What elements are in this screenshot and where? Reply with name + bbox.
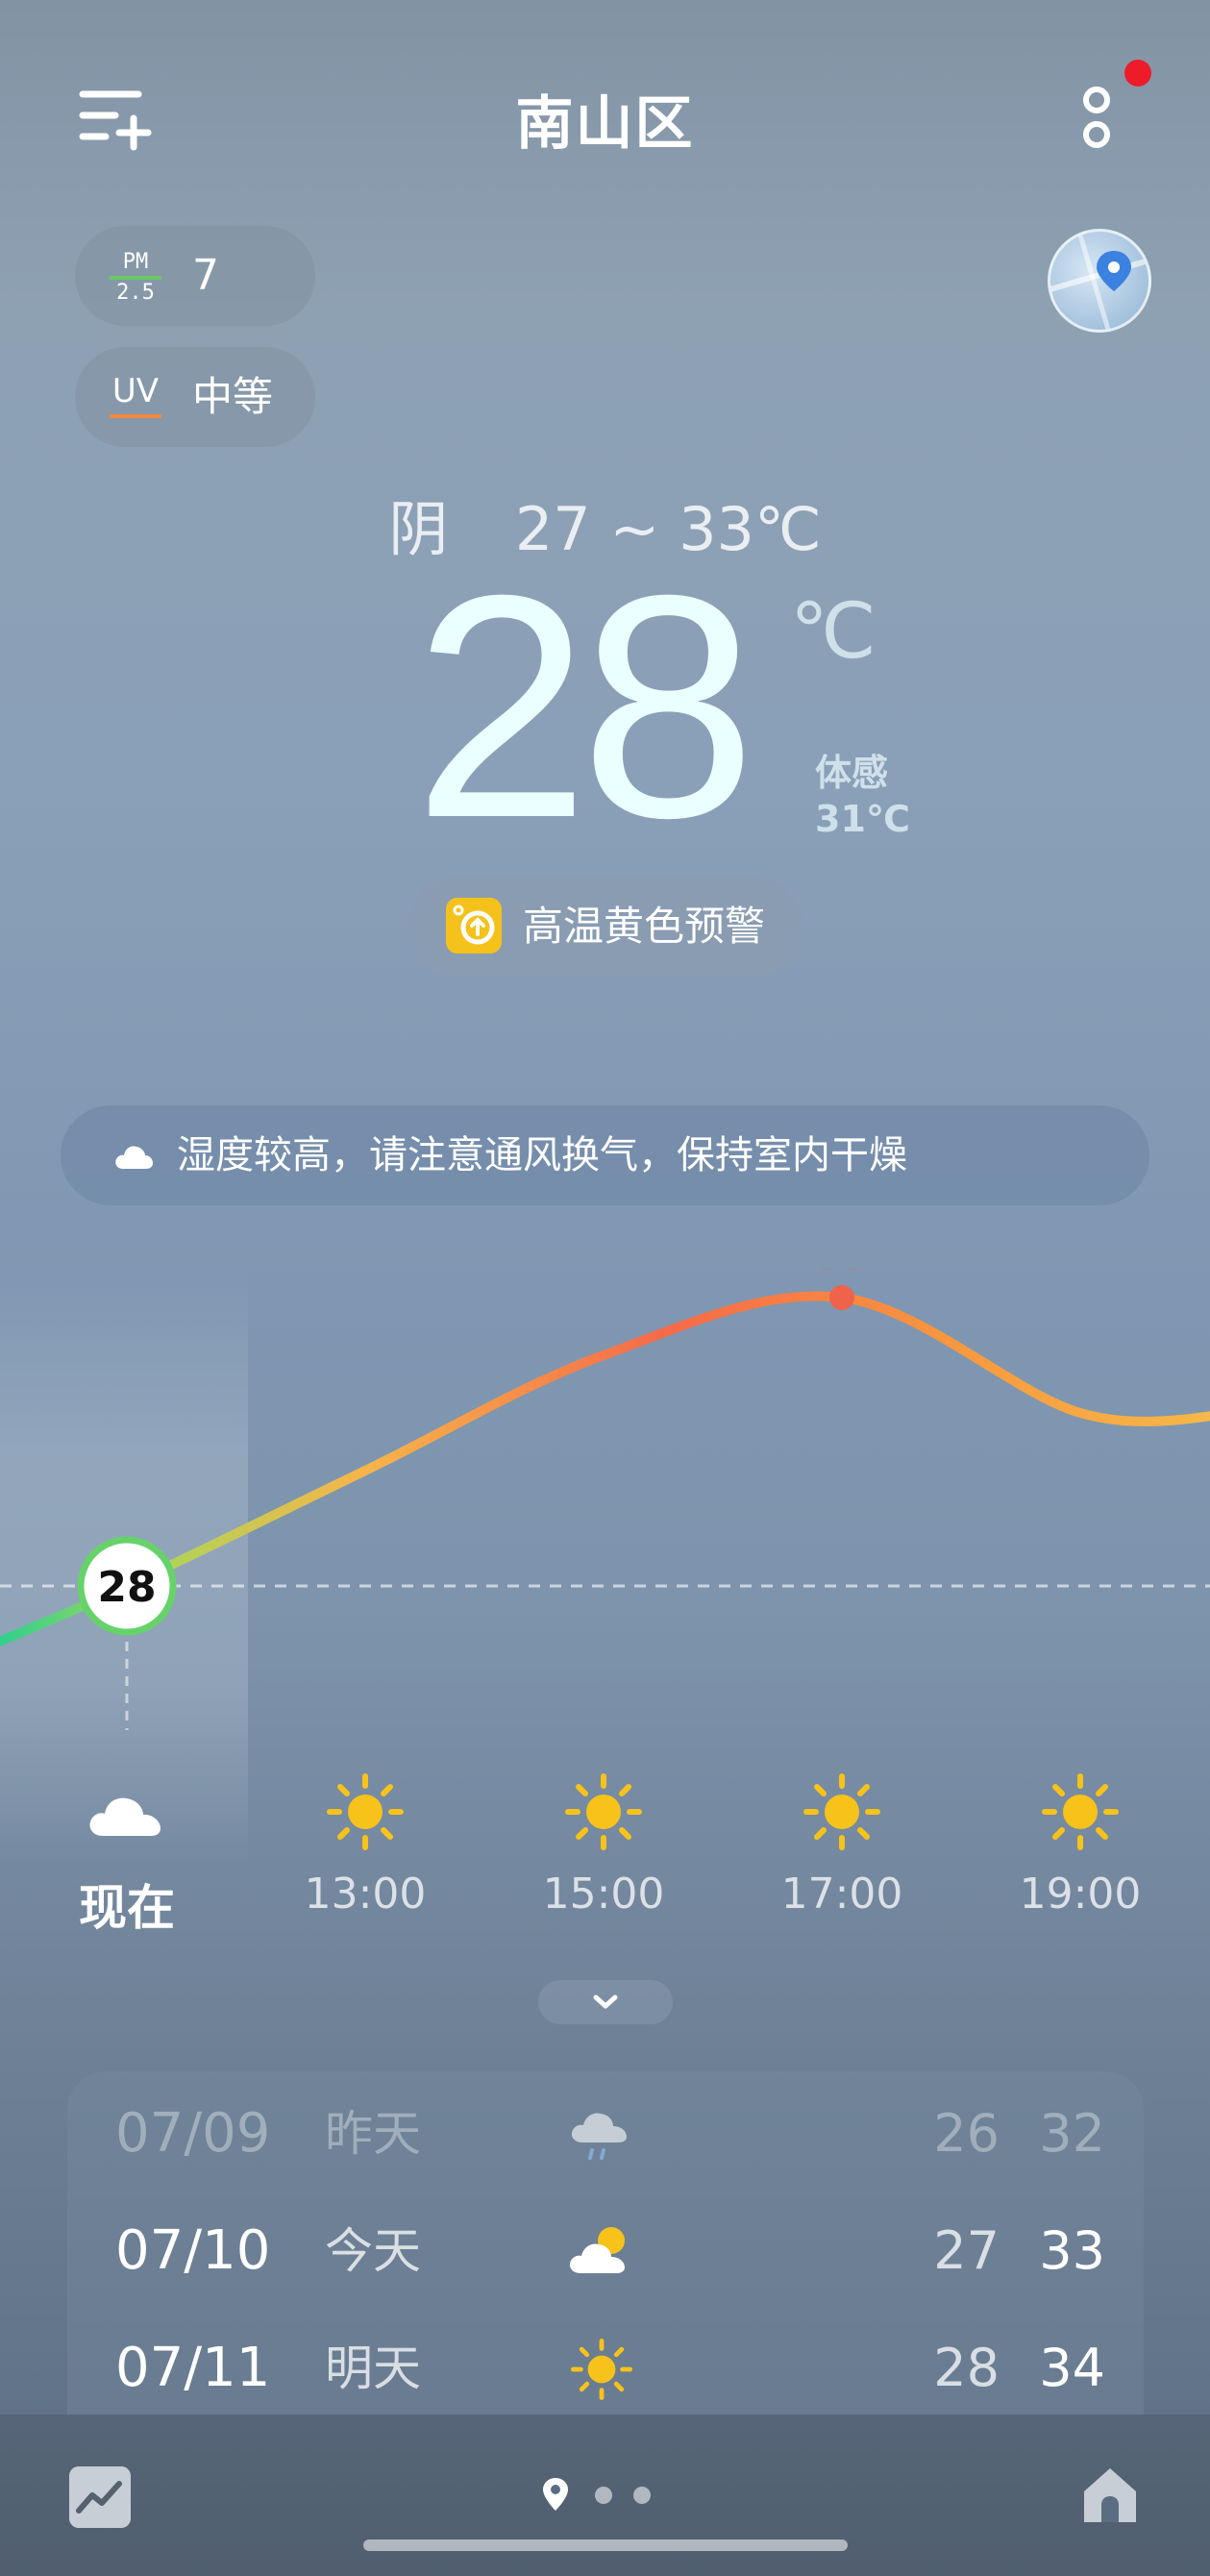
sun-icon	[327, 1773, 404, 1850]
pm-label-top: PM	[122, 250, 149, 274]
uv-label: UV	[111, 372, 160, 410]
daily-forecast-list[interactable]: 07/09 昨天 26 32 07/10 今天 27 33 07/11 明天 2…	[67, 2071, 1144, 2417]
daily-low: 27	[933, 2220, 1000, 2281]
page-indicator[interactable]	[538, 2472, 673, 2520]
daily-low: 28	[933, 2338, 1000, 2398]
hour-label: 19:00	[1019, 1870, 1142, 1919]
home-icon[interactable]	[1078, 2463, 1142, 2526]
page-title: 南山区	[515, 90, 695, 158]
map-button[interactable]	[1048, 229, 1151, 333]
uv-pill[interactable]: UV 中等	[75, 347, 315, 447]
map-pin-icon	[1050, 232, 1148, 330]
sun-icon	[1042, 1773, 1119, 1850]
current-temperature: 28	[413, 529, 756, 883]
daily-row[interactable]: 07/09 昨天 26 32	[67, 2081, 1144, 2187]
weather-tip-text: 湿度较高，请注意通风换气，保持室内干燥	[177, 1133, 907, 1177]
uv-level-bar	[110, 414, 161, 418]
more-vertical-icon[interactable]	[1072, 79, 1122, 156]
hour-label: 17:00	[780, 1870, 903, 1919]
partly-cloudy-icon	[569, 2227, 625, 2273]
daily-row[interactable]: 07/10 今天 27 33	[67, 2198, 1144, 2304]
chevron-down-icon	[593, 1994, 618, 2009]
pm-level-bar	[110, 276, 161, 280]
daily-date: 07/11	[115, 2337, 271, 2399]
sun-icon	[565, 1773, 642, 1850]
pm-label-bottom: 2.5	[116, 281, 155, 305]
heat-alert-icon	[446, 898, 502, 954]
hour-label-now: 现在	[79, 1880, 175, 1936]
max-temp-label: 33	[814, 1269, 870, 1278]
notification-dot	[1124, 60, 1151, 87]
sun-icon	[571, 2339, 632, 2400]
trend-chart-icon[interactable]	[69, 2466, 131, 2528]
system-home-indicator[interactable]	[363, 2539, 848, 2551]
daily-day: 明天	[325, 2341, 421, 2396]
daily-low: 26	[933, 2103, 1000, 2164]
expand-button[interactable]	[538, 1980, 673, 2024]
alert-text: 高温黄色预警	[523, 903, 766, 950]
daily-date: 07/10	[115, 2219, 271, 2282]
feels-like: 体感 31℃	[815, 750, 910, 842]
uv-value: 中等	[192, 373, 274, 420]
cloud-icon	[89, 1797, 161, 1836]
now-temp-label: 28	[97, 1563, 156, 1612]
temperature-unit: ℃	[790, 586, 877, 676]
hour-label: 15:00	[542, 1870, 665, 1919]
daily-day: 昨天	[325, 2106, 421, 2162]
feels-like-label: 体感	[815, 752, 889, 794]
daily-day: 今天	[325, 2223, 421, 2279]
sun-icon	[803, 1773, 880, 1850]
daily-high: 34	[1039, 2338, 1105, 2398]
pm25-pill[interactable]: PM 2.5 7	[75, 226, 315, 326]
daily-date: 07/09	[115, 2102, 271, 2165]
feels-like-value: 31℃	[815, 798, 910, 840]
temperature-line	[0, 1291, 1210, 1647]
cloud-icon	[115, 1146, 153, 1169]
max-temp-point	[829, 1285, 854, 1310]
rain-icon	[571, 2113, 627, 2160]
daily-row[interactable]: 07/11 明天 28 34	[67, 2316, 1144, 2417]
pm25-value: 7	[192, 251, 219, 300]
hour-label: 13:00	[304, 1870, 427, 1919]
daily-high: 33	[1039, 2220, 1105, 2281]
daily-high: 32	[1039, 2103, 1105, 2164]
